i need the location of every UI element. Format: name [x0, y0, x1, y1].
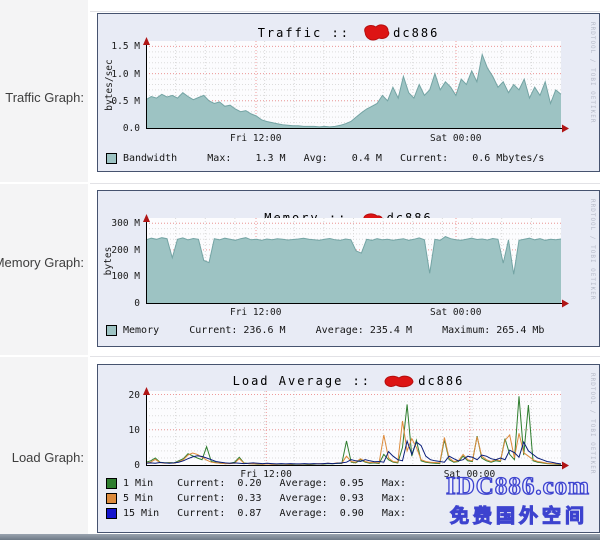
load-plot [146, 391, 561, 466]
load-legend-1min: 1 Min Current: 0.20 Average: 0.95 Max: [106, 478, 406, 489]
y-tick-label: 1.5 M [111, 41, 140, 52]
y-tick-label: 0 [134, 460, 140, 471]
load-15min-text: 15 Min Current: 0.87 Average: 0.90 Max: [123, 508, 406, 519]
y-tick-label: 0.0 [123, 123, 140, 134]
y-tick-label: 1.0 M [111, 69, 140, 80]
load-15min-swatch [106, 508, 117, 519]
load-legend-15min: 15 Min Current: 0.87 Average: 0.90 Max: [106, 508, 406, 519]
load-chart-title: Load Average :: dc886 [98, 374, 599, 388]
traffic-graph-label: Traffic Graph: [5, 90, 84, 105]
memory-legend: Memory Current: 236.6 M Average: 235.4 M… [106, 325, 544, 336]
y-tick-label: 200 M [111, 245, 140, 256]
memory-y-tick-labels: 0100 M200 M300 M [100, 218, 142, 304]
rrdtool-watermark: RRDTOOL / TOBI OETIKER [589, 199, 596, 300]
x-tick-sat: Sat 00:00 [430, 133, 481, 144]
load-1min-text: 1 Min Current: 0.20 Average: 0.95 Max: [123, 478, 406, 489]
row-separator [0, 182, 88, 184]
traffic-plot [146, 41, 561, 129]
row-separator [0, 355, 88, 357]
traffic-legend: Bandwidth Max: 1.3 M Avg: 0.4 M Current:… [106, 153, 544, 164]
load-y-tick-labels: 01020 [100, 391, 142, 466]
load-1min-swatch [106, 478, 117, 489]
site-watermark-text: IDC886.com [446, 473, 590, 501]
table-row-border [90, 183, 600, 184]
traffic-legend-text: Bandwidth Max: 1.3 M Avg: 0.4 M Current:… [123, 153, 544, 164]
table-row-border [90, 11, 600, 12]
memory-legend-swatch [106, 325, 117, 336]
y-tick-label: 10 [129, 425, 140, 436]
load-graph-label: Load Graph: [12, 450, 84, 465]
site-watermark-chinese: 免费国外空间 [450, 501, 588, 528]
bottom-scrollbar[interactable] [0, 534, 600, 540]
bandwidth-legend-swatch [106, 153, 117, 164]
x-tick-sat: Sat 00:00 [430, 307, 481, 318]
y-tick-label: 20 [129, 390, 140, 401]
x-tick-fri: Fri 12:00 [230, 307, 281, 318]
traffic-y-tick-labels: 0.00.5 M1.0 M1.5 M [100, 41, 142, 129]
load-5min-text: 5 Min Current: 0.33 Average: 0.93 Max: [123, 493, 406, 504]
traffic-graph-panel[interactable]: Traffic :: dc886 bytes/sec 0.00.5 M1.0 M… [97, 13, 600, 172]
load-5min-swatch [106, 493, 117, 504]
x-tick-fri: Fri 12:00 [230, 133, 281, 144]
redaction-scribble [382, 374, 416, 388]
y-tick-label: 0 [134, 298, 140, 309]
y-tick-label: 300 M [111, 218, 140, 229]
memory-legend-text: Memory Current: 236.6 M Average: 235.4 M… [123, 325, 544, 336]
load-graph-panel[interactable]: Load Average :: dc886 01020 Fri 12:00 Sa… [97, 364, 600, 533]
label-column: Traffic Graph: Memory Graph: Load Graph: [0, 0, 88, 534]
y-tick-label: 0.5 M [111, 96, 140, 107]
memory-graph-panel[interactable]: Memory :: dc886 bytes 0100 M200 M300 M F… [97, 190, 600, 347]
redaction-scribble [361, 23, 391, 42]
load-legend-5min: 5 Min Current: 0.33 Average: 0.93 Max: [106, 493, 406, 504]
memory-plot [146, 218, 561, 304]
y-tick-label: 100 M [111, 271, 140, 282]
rrdtool-watermark: RRDTOOL / TOBI OETIKER [589, 373, 596, 474]
memory-graph-label: Memory Graph: [0, 255, 84, 270]
table-row-border [90, 356, 600, 357]
rrdtool-watermark: RRDTOOL / TOBI OETIKER [589, 22, 596, 123]
traffic-chart-title: Traffic :: dc886 [98, 23, 599, 42]
